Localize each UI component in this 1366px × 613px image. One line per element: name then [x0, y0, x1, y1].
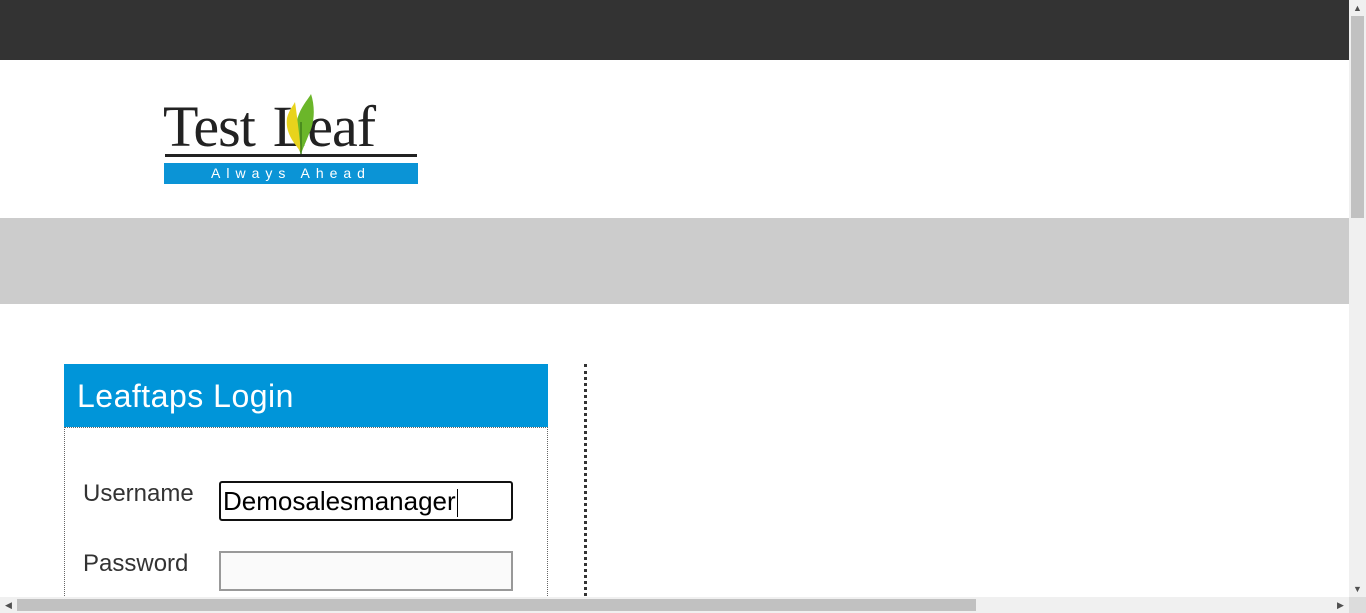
username-value: Demosalesmanager	[223, 486, 456, 516]
username-input[interactable]: Demosalesmanager	[219, 481, 513, 521]
password-input[interactable]	[219, 551, 513, 591]
logo-tagline: Always Ahead	[164, 163, 418, 184]
scroll-down-icon[interactable]: ▼	[1349, 581, 1366, 597]
logo-wordmark: TestLeaf	[163, 92, 376, 162]
vertical-scroll-thumb[interactable]	[1351, 16, 1364, 218]
scroll-left-icon[interactable]: ◀	[0, 597, 17, 613]
nav-bar	[0, 218, 1349, 304]
password-label: Password	[83, 550, 189, 577]
login-form: Leaftaps Login Username Demosalesmanager…	[64, 364, 548, 608]
top-bar	[0, 0, 1349, 60]
scrollbar-corner	[1349, 597, 1366, 613]
leaf-icon	[286, 94, 314, 154]
login-title: Leaftaps Login	[77, 378, 294, 414]
horizontal-scrollbar[interactable]: ◀ ▶	[0, 597, 1349, 613]
scroll-up-icon[interactable]: ▲	[1349, 0, 1366, 16]
username-label: Username	[83, 480, 194, 507]
horizontal-scroll-thumb[interactable]	[17, 599, 976, 611]
vertical-scrollbar[interactable]: ▲ ▼	[1349, 0, 1366, 597]
dotted-divider	[584, 364, 587, 596]
login-body: Username Demosalesmanager Password	[64, 427, 548, 608]
logo-text-left: Test	[163, 94, 256, 159]
text-caret	[456, 489, 458, 518]
testleaf-logo[interactable]: TestLeaf Always Ahead	[163, 92, 419, 186]
logo-underline	[165, 154, 417, 157]
login-header: Leaftaps Login	[64, 364, 548, 427]
scroll-right-icon[interactable]: ▶	[1332, 597, 1349, 613]
